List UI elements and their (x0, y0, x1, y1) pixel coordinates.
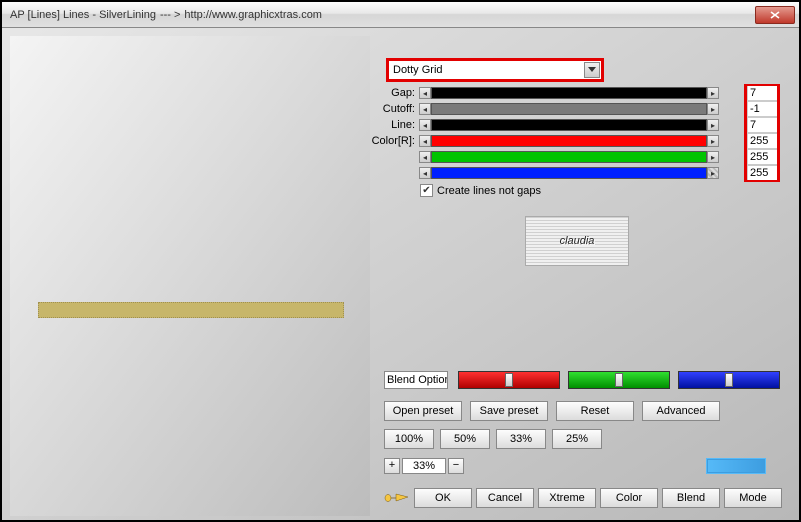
pct50-button[interactable]: 50% (440, 429, 490, 449)
arrow-right-icon[interactable]: ▸ (707, 87, 719, 99)
arrow-left-icon[interactable]: ◂ (419, 167, 431, 179)
arrow-left-icon[interactable]: ◂ (419, 103, 431, 115)
value-line[interactable]: 7 (747, 118, 777, 132)
value-b[interactable]: 255 (747, 166, 777, 180)
title-arrow: --- > (160, 9, 180, 21)
arrow-right-icon[interactable]: ▸ (707, 167, 719, 179)
slider-fill (431, 135, 707, 147)
arrow-left-icon[interactable]: ◂ (419, 151, 431, 163)
slider-fill (431, 151, 707, 163)
ok-button[interactable]: OK (414, 488, 472, 508)
slider-fill (431, 167, 707, 179)
checkbox-label: Create lines not gaps (437, 185, 541, 197)
slider-track-b[interactable]: ◂ ▸ (419, 167, 719, 179)
big-slider-r[interactable] (458, 371, 560, 389)
slider-track-line[interactable]: ◂ ▸ (419, 119, 719, 131)
titlebar: AP [Lines] Lines - SilverLining --- > ht… (2, 2, 799, 28)
save-preset-button[interactable]: Save preset (470, 401, 548, 421)
logo-text: claudia (560, 235, 595, 247)
slider-fill (431, 119, 707, 131)
controls-pane: Dotty Grid Gap: ◂ ▸ Cutoff: ◂ (376, 28, 796, 522)
slider-label-line: Line: (371, 119, 419, 131)
pointing-hand-icon (384, 488, 410, 506)
title-url: http://www.graphicxtras.com (184, 9, 322, 21)
arrow-left-icon[interactable]: ◂ (419, 135, 431, 147)
blend-mode-select[interactable]: Blend Options (384, 371, 448, 389)
blend-button[interactable]: Blend (662, 488, 720, 508)
slider-color-g: ◂ ▸ (371, 150, 779, 164)
chevron-down-icon (584, 62, 600, 78)
slider-label-r: Color[R]: (371, 135, 419, 147)
close-button[interactable] (755, 6, 795, 24)
arrow-left-icon[interactable]: ◂ (419, 119, 431, 131)
title-app: AP [Lines] Lines - SilverLining (10, 9, 156, 21)
slider-color-r: Color[R]: ◂ ▸ (371, 134, 779, 148)
pct100-button[interactable]: 100% (384, 429, 434, 449)
slider-label-gap: Gap: (371, 87, 419, 99)
zoom-value[interactable]: 33% (402, 458, 446, 474)
plugin-window: AP [Lines] Lines - SilverLining --- > ht… (0, 0, 801, 522)
slider-fill (431, 103, 707, 115)
slider-handle[interactable] (615, 373, 623, 387)
cancel-button[interactable]: Cancel (476, 488, 534, 508)
color-swatch[interactable] (706, 458, 766, 474)
preset-selected: Dotty Grid (393, 64, 443, 76)
mode-button[interactable]: Mode (724, 488, 782, 508)
arrow-right-icon[interactable]: ▸ (707, 119, 719, 131)
slider-track-cutoff[interactable]: ◂ ▸ (419, 103, 719, 115)
arrow-left-icon[interactable]: ◂ (419, 87, 431, 99)
close-icon (770, 11, 780, 19)
slider-fill (431, 87, 707, 99)
preview-output (38, 302, 344, 318)
reset-button[interactable]: Reset (556, 401, 634, 421)
pct33-button[interactable]: 33% (496, 429, 546, 449)
slider-color-b: ◂ ▸ (371, 166, 779, 180)
blend-mode-label: Blend Options (385, 374, 448, 386)
advanced-button[interactable]: Advanced (642, 401, 720, 421)
preview-pane (10, 36, 370, 516)
slider-gap: Gap: ◂ ▸ (371, 86, 779, 100)
arrow-right-icon[interactable]: ▸ (707, 135, 719, 147)
arrow-right-icon[interactable]: ▸ (707, 103, 719, 115)
color-button[interactable]: Color (600, 488, 658, 508)
preset-dropdown[interactable]: Dotty Grid (386, 58, 604, 82)
author-logo: claudia (525, 216, 629, 266)
pct25-button[interactable]: 25% (552, 429, 602, 449)
slider-handle[interactable] (505, 373, 513, 387)
open-preset-button[interactable]: Open preset (384, 401, 462, 421)
slider-cutoff: Cutoff: ◂ ▸ (371, 102, 779, 116)
slider-label-cutoff: Cutoff: (371, 103, 419, 115)
xtreme-button[interactable]: Xtreme (538, 488, 596, 508)
big-slider-g[interactable] (568, 371, 670, 389)
slider-track-gap[interactable]: ◂ ▸ (419, 87, 719, 99)
zoom-controls: + 33% − (384, 458, 464, 474)
slider-line: Line: ◂ ▸ (371, 118, 779, 132)
arrow-right-icon[interactable]: ▸ (707, 151, 719, 163)
zoom-out-button[interactable]: − (448, 458, 464, 474)
big-slider-b[interactable] (678, 371, 780, 389)
checkbox-create-lines[interactable]: ✔ (420, 184, 433, 197)
slider-track-r[interactable]: ◂ ▸ (419, 135, 719, 147)
value-gap[interactable]: 7 (747, 86, 777, 100)
slider-handle[interactable] (725, 373, 733, 387)
slider-track-g[interactable]: ◂ ▸ (419, 151, 719, 163)
zoom-in-button[interactable]: + (384, 458, 400, 474)
value-r[interactable]: 255 (747, 134, 777, 148)
value-g[interactable]: 255 (747, 150, 777, 164)
content: Dotty Grid Gap: ◂ ▸ Cutoff: ◂ (2, 28, 799, 520)
title-text: AP [Lines] Lines - SilverLining --- > ht… (10, 9, 322, 21)
value-cutoff[interactable]: -1 (747, 102, 777, 116)
checkbox-row: ✔ Create lines not gaps (420, 184, 541, 197)
